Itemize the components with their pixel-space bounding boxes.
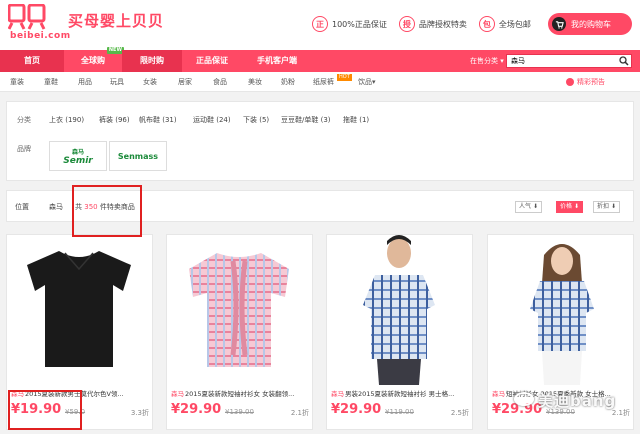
watermark-icon [514, 392, 534, 406]
promise-list: 正 100%正品保证 授 品牌授权特卖 包 全场包邮 [312, 15, 543, 33]
subnav-item[interactable]: 玩具 [110, 72, 124, 92]
hot-badge: HOT [337, 74, 352, 81]
subnav-item-more[interactable]: 饮品▾ [358, 72, 376, 92]
product-image-pink-plaid-blouse[interactable] [167, 235, 312, 385]
search-input[interactable] [507, 55, 607, 67]
discount: 2.5折 [450, 409, 469, 417]
subnav-item[interactable]: 童鞋 [44, 72, 58, 92]
cart-button[interactable]: 我的购物车 [548, 13, 632, 35]
sort-discount-button[interactable]: 折扣 ⬇ [593, 201, 620, 213]
product-title[interactable]: 森马男装2015夏装新款短袖衬衫 男士格... [331, 388, 471, 398]
subnav-item[interactable]: 用品 [78, 72, 92, 92]
cart-label: 我的购物车 [571, 19, 611, 29]
category-subnav: 童装 童鞋 用品 玩具 女装 居家 食品 美妆 奶粉 纸尿裤 HOT 饮品▾ 精… [0, 72, 640, 92]
location-label: 位置 [15, 203, 29, 211]
chevron-down-icon: ▾ [372, 78, 376, 86]
cart-icon [552, 17, 566, 31]
original-price: ¥119.00 [385, 408, 414, 416]
search-box [506, 54, 632, 68]
sale-price: ¥29.90 [331, 402, 382, 417]
brand-logo-semir[interactable]: 森马 Semir [49, 141, 107, 171]
product-image-tshirt[interactable] [7, 235, 152, 385]
subnav-item[interactable]: 纸尿裤 [313, 72, 334, 92]
category-filter-label: 分类 [17, 116, 31, 124]
clock-icon [566, 78, 574, 86]
watermark-text: 美迪bang [538, 392, 617, 410]
site-header: beibei.com 买母婴上贝贝 正 100%正品保证 授 品牌授权特卖 包 … [0, 0, 640, 50]
category-option[interactable]: 拖鞋 (1) [343, 115, 369, 125]
category-option[interactable]: 运动鞋 (24) [193, 115, 231, 125]
price-highlight-box [8, 390, 82, 430]
logo-icon [8, 4, 46, 30]
nav-flash-sale[interactable]: 限时购 [122, 50, 182, 72]
brand-name-en: Semir [63, 155, 93, 166]
subnav-item[interactable]: 童装 [10, 72, 24, 92]
promise-free-shipping[interactable]: 包 全场包邮 [478, 15, 531, 33]
discount: 3.3折 [130, 409, 149, 417]
logo-text: beibei.com [10, 31, 71, 41]
product-image-male-model-plaid-shirt[interactable] [327, 235, 472, 385]
category-option[interactable]: 上衣 (190) [49, 115, 84, 125]
subnav-item[interactable]: 奶粉 [281, 72, 295, 92]
category-option[interactable]: 下装 (5) [243, 115, 269, 125]
promise-label: 全场包邮 [498, 19, 531, 29]
nav-home[interactable]: 首页 [0, 50, 64, 72]
promise-authentic[interactable]: 正 100%正品保证 [312, 15, 387, 33]
category-option[interactable]: 豆豆鞋/单鞋 (3) [281, 115, 331, 125]
search-icon[interactable] [619, 56, 629, 66]
promise-label: 品牌授权特卖 [418, 19, 467, 29]
brand-filter-label: 品牌 [17, 145, 31, 153]
nav-label: 全球购 [81, 56, 105, 65]
subnav-item[interactable]: 居家 [178, 72, 192, 92]
promise-label: 100%正品保证 [332, 19, 387, 29]
price-row: ¥29.90 ¥139.00 2.1折 [171, 402, 311, 420]
count-highlight-box [72, 185, 142, 237]
nav-authentic[interactable]: 正品保证 [182, 50, 242, 72]
nav-mobile-app[interactable]: 手机客户端 [242, 50, 312, 72]
category-dropdown-label: 在售分类 [470, 57, 498, 65]
preview-label: 精彩预告 [577, 78, 605, 86]
product-image-female-model-plaid-shirt[interactable] [488, 235, 633, 385]
arrow-down-icon: ⬇ [610, 203, 616, 210]
nav-global[interactable]: 全球购 NEW [64, 47, 124, 72]
original-price: ¥139.00 [225, 408, 254, 416]
subnav-item[interactable]: 女装 [143, 72, 157, 92]
authorized-icon: 授 [398, 16, 415, 32]
discount: 2.1折 [290, 409, 309, 417]
sort-price-button[interactable]: 价格 ⬇ [556, 201, 583, 213]
category-dropdown[interactable]: 在售分类 ▾ [470, 50, 504, 72]
arrow-down-icon: ⬇ [573, 203, 579, 210]
beibei-logo[interactable]: beibei.com [8, 4, 70, 44]
free-shipping-icon: 包 [478, 16, 495, 32]
arrow-down-icon: ⬇ [532, 203, 538, 210]
brand-logo-senmass[interactable]: Senmass [109, 141, 167, 171]
location-value[interactable]: 森马 [49, 202, 63, 212]
price-row: ¥29.90 ¥119.00 2.5折 [331, 402, 471, 420]
category-option[interactable]: 裤装 (96) [99, 115, 130, 125]
watermark: 美迪bang [508, 388, 634, 430]
slogan: 买母婴上贝贝 [68, 12, 165, 30]
brand-name-cn: 森马 [71, 148, 84, 156]
authentic-icon: 正 [312, 16, 328, 32]
category-option[interactable]: 帆布鞋 (31) [139, 115, 177, 125]
sort-popularity-button[interactable]: 人气 ⬇ [515, 201, 542, 213]
product-card[interactable]: 森马2015夏装新款短袖衬衫女 女装翻领... ¥29.90 ¥139.00 2… [166, 234, 313, 430]
filter-panel: 分类 上衣 (190) 裤装 (96) 帆布鞋 (31) 运动鞋 (24) 下装… [6, 101, 634, 181]
brand-name-en: Senmass [117, 151, 159, 161]
chevron-down-icon: ▾ [500, 57, 504, 65]
promise-authorized[interactable]: 授 品牌授权特卖 [398, 15, 467, 33]
preview-link[interactable]: 精彩预告 [566, 77, 605, 87]
main-nav: 首页 全球购 NEW 限时购 正品保证 手机客户端 在售分类 ▾ [0, 47, 640, 72]
product-title[interactable]: 森马2015夏装新款短袖衬衫女 女装翻领... [171, 388, 311, 398]
sale-price: ¥29.90 [171, 402, 222, 417]
subnav-item[interactable]: 食品 [213, 72, 227, 92]
product-card[interactable]: 森马男装2015夏装新款短袖衬衫 男士格... ¥29.90 ¥119.00 2… [326, 234, 473, 430]
subnav-item[interactable]: 美妆 [248, 72, 262, 92]
